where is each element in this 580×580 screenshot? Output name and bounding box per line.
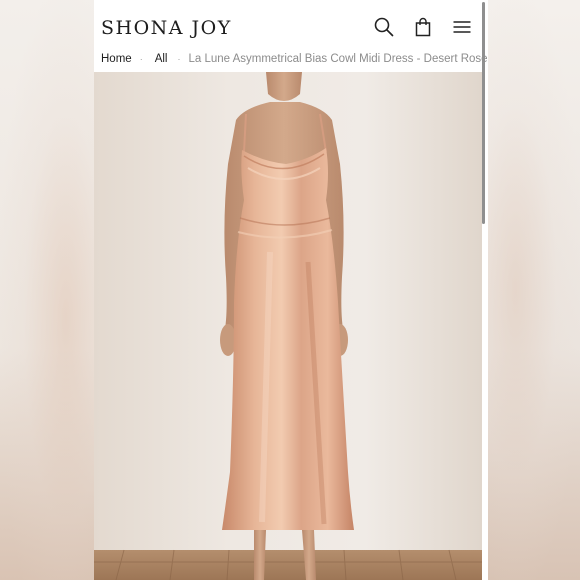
site-header: SHONA JOY (94, 0, 488, 50)
breadcrumb-separator: · (139, 54, 143, 64)
breadcrumb-separator: · (177, 54, 181, 64)
shopping-bag-icon[interactable] (412, 16, 434, 38)
menu-icon[interactable] (451, 16, 473, 38)
breadcrumb-current: La Lune Asymmetrical Bias Cowl Midi Dres… (188, 53, 488, 65)
product-image[interactable] (94, 72, 482, 580)
product-photo-illustration (94, 72, 482, 580)
search-icon[interactable] (373, 16, 395, 38)
breadcrumb-all[interactable]: All (155, 53, 168, 65)
breadcrumb: Home · All · La Lune Asymmetrical Bias Cowl … (101, 53, 488, 65)
scrollbar[interactable] (482, 2, 485, 224)
background-blur-left (0, 0, 94, 580)
background-blur-right (488, 0, 580, 580)
phone-screen: SHONA JOY Home · All · La Lune Asymmetrical … (94, 0, 488, 580)
breadcrumb-home[interactable]: Home (101, 53, 132, 65)
brand-logo[interactable]: SHONA JOY (101, 17, 232, 39)
